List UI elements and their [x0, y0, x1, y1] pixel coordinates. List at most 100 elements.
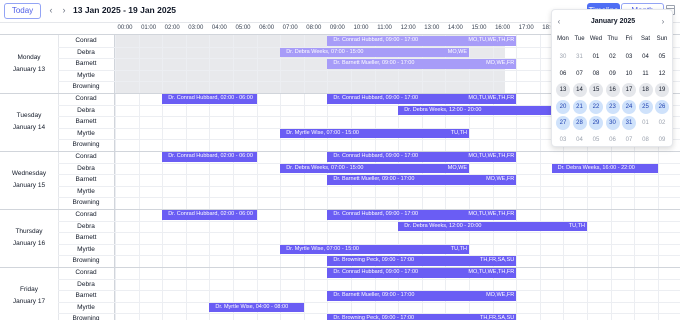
- date-cell[interactable]: 05: [655, 50, 669, 64]
- date-cell[interactable]: 03: [556, 133, 570, 147]
- date-cell[interactable]: 09: [606, 67, 620, 81]
- date-picker-popup: ‹ January 2025 › Mon Tue Wed Thu Fri Sat Sun 30…: [551, 9, 673, 147]
- event-title: Dr. Browning Peck, 09:00 - 17:00: [333, 257, 415, 264]
- date-cell[interactable]: 06: [556, 67, 570, 81]
- hour-label: 14:00: [447, 25, 463, 31]
- resource-name-debra: Debra: [77, 164, 95, 172]
- date-cell[interactable]: 24: [622, 99, 636, 114]
- event-recurrence: MO,WE: [447, 164, 467, 171]
- event-block[interactable]: Dr. Conrad Hubbard, 02:00 - 06:00: [162, 152, 257, 162]
- date-cell[interactable]: 18: [638, 83, 653, 97]
- event-title: Dr. Myrtle Wise, 07:00 - 15:00: [286, 129, 359, 136]
- event-title: Dr. Conrad Hubbard, 09:00 - 17:00: [333, 37, 419, 43]
- date-picker-title: January 2025: [590, 18, 636, 25]
- date-cell[interactable]: 04: [573, 133, 587, 147]
- date-cell[interactable]: 07: [622, 133, 636, 147]
- hour-label: 17:00: [518, 25, 534, 31]
- date-cell[interactable]: 15: [589, 83, 603, 97]
- day-date: January 13: [12, 66, 46, 73]
- hour-label: 00:00: [117, 25, 133, 31]
- date-cell[interactable]: 08: [639, 133, 653, 147]
- event-recurrence: MO,TU,WE,TH,FR: [468, 211, 515, 217]
- date-cell[interactable]: 22: [589, 99, 603, 114]
- event-title: Dr. Debra Weeks, 12:00 - 20:00: [404, 106, 482, 113]
- date-cell[interactable]: 11: [639, 67, 653, 81]
- date-cell[interactable]: 29: [589, 116, 603, 130]
- chevron-right-icon[interactable]: ›: [658, 16, 668, 28]
- event-recurrence: MO,WE,FR: [486, 60, 515, 67]
- row-gridline: [58, 197, 680, 199]
- event-block[interactable]: Dr. Myrtle Wise, 07:00 - 15:00 TU,TH: [280, 244, 469, 255]
- event-title: Dr. Myrtle Wise, 07:00 - 15:00: [286, 245, 359, 252]
- date-cell[interactable]: 05: [589, 133, 603, 147]
- today-button[interactable]: Today: [4, 3, 41, 19]
- hour-gridline: [115, 35, 116, 320]
- event-block[interactable]: Dr. Conrad Hubbard, 09:00 - 17:00 MO,TU,W…: [327, 268, 517, 278]
- event-title: Dr. Barnett Mueller, 09:00 - 17:00: [333, 60, 415, 67]
- date-cell[interactable]: 13: [556, 83, 570, 97]
- event-block[interactable]: Dr. Conrad Hubbard, 02:00 - 06:00: [162, 210, 257, 220]
- date-cell[interactable]: 12: [655, 67, 669, 81]
- chevron-left-icon[interactable]: ‹: [46, 4, 56, 16]
- date-cell[interactable]: 02: [655, 116, 669, 130]
- event-block[interactable]: Dr. Debra Weeks, 12:00 - 20:00 TU,TH: [398, 221, 587, 232]
- hour-label: 04:00: [211, 25, 227, 31]
- date-cell[interactable]: 02: [606, 50, 620, 64]
- event-block[interactable]: Dr. Myrtle Wise, 04:00 - 08:00: [209, 302, 304, 313]
- event-title: Dr. Debra Weeks, 12:00 - 20:00: [404, 222, 482, 229]
- event-block[interactable]: Dr. Debra Weeks, 07:00 - 15:00 MO,WE: [280, 47, 469, 58]
- event-block[interactable]: Dr. Conrad Hubbard, 09:00 - 17:00 MO,TU,W…: [327, 152, 517, 162]
- date-cell[interactable]: 01: [589, 50, 603, 64]
- hour-label: 13:00: [424, 25, 440, 31]
- event-recurrence: MO,TU,WE,TH,FR: [468, 269, 515, 275]
- day-name: Wednesday: [11, 170, 47, 177]
- event-block[interactable]: Dr. Conrad Hubbard, 09:00 - 17:00 MO,TU,W…: [327, 210, 517, 220]
- date-cell[interactable]: 30: [605, 116, 620, 130]
- date-cell[interactable]: 03: [622, 50, 636, 64]
- hour-label: 11:00: [377, 25, 392, 31]
- date-cell[interactable]: 14: [572, 83, 587, 97]
- event-block[interactable]: Dr. Myrtle Wise, 07:00 - 15:00 TU,TH: [280, 128, 469, 139]
- chevron-right-icon[interactable]: ›: [59, 4, 69, 16]
- event-block[interactable]: Dr. Debra Weeks, 16:00 - 22:00: [551, 163, 658, 174]
- event-block[interactable]: Dr. Browning Peck, 09:00 - 17:00 TH,FR,SA…: [327, 256, 517, 266]
- date-cell[interactable]: 28: [572, 116, 587, 130]
- event-block[interactable]: Dr. Conrad Hubbard, 02:00 - 06:00: [162, 94, 257, 104]
- weekday-label: Thu: [607, 36, 618, 42]
- event-block[interactable]: Dr. Conrad Hubbard, 09:00 - 17:00 MO,TU,W…: [327, 94, 517, 104]
- date-cell[interactable]: 25: [638, 99, 653, 114]
- event-block[interactable]: Dr. Barnett Mueller, 09:00 - 17:00 MO,WE,…: [327, 59, 517, 69]
- event-recurrence: TH,FR,SA,SU: [479, 257, 515, 264]
- date-cell[interactable]: 08: [589, 67, 603, 81]
- date-cell[interactable]: 27: [556, 116, 570, 130]
- date-cell[interactable]: 31: [622, 116, 636, 130]
- event-block[interactable]: Dr. Barnett Mueller, 09:00 - 17:00 MO,WE,…: [327, 291, 517, 301]
- hour-gridline: [539, 35, 541, 320]
- date-cell[interactable]: 23: [605, 99, 620, 114]
- event-title: Dr. Browning Peck, 09:00 - 17:00: [333, 315, 415, 320]
- date-cell[interactable]: 04: [639, 50, 653, 64]
- hour-label: 03:00: [188, 25, 204, 31]
- day-date: January 15: [12, 182, 46, 189]
- date-cell[interactable]: 16: [605, 83, 620, 97]
- date-cell[interactable]: 07: [573, 67, 587, 81]
- resource-name-myrtle: Myrtle: [77, 245, 95, 253]
- date-cell[interactable]: 17: [622, 83, 636, 97]
- date-cell[interactable]: 09: [655, 133, 669, 147]
- date-cell[interactable]: 26: [655, 99, 669, 114]
- event-block[interactable]: Dr. Conrad Hubbard, 09:00 - 17:00 MO,TU,W…: [327, 36, 517, 46]
- date-cell[interactable]: 19: [655, 83, 669, 97]
- event-block[interactable]: Dr. Browning Peck, 09:00 - 17:00 TH,FR,SA…: [327, 314, 517, 320]
- date-cell[interactable]: 10: [622, 67, 636, 81]
- date-cell[interactable]: 20: [556, 99, 570, 114]
- row-gridline: [58, 278, 680, 280]
- date-cell[interactable]: 31: [573, 50, 587, 64]
- event-block[interactable]: Dr. Debra Weeks, 07:00 - 15:00 MO,WE: [280, 163, 469, 174]
- date-cell[interactable]: 06: [606, 133, 620, 147]
- date-cell[interactable]: 21: [572, 99, 587, 114]
- date-cell[interactable]: 01: [639, 116, 653, 130]
- date-cell[interactable]: 30: [556, 50, 570, 64]
- event-block[interactable]: Dr. Barnett Mueller, 09:00 - 17:00 MO,WE,…: [327, 175, 517, 185]
- hour-gridline: [516, 35, 518, 320]
- resource-name-conrad: Conrad: [75, 37, 97, 44]
